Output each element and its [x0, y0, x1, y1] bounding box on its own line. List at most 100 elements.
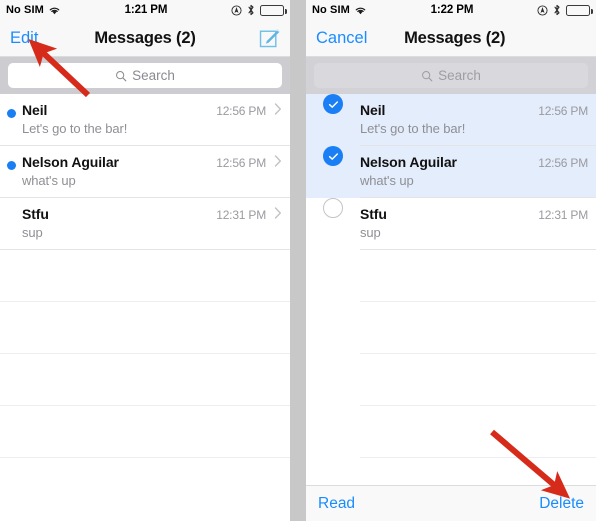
selection-checkbox-slot[interactable] — [306, 146, 360, 166]
unread-dot-icon — [6, 161, 16, 170]
empty-list-row — [306, 250, 596, 302]
status-bar-right — [537, 4, 593, 16]
wifi-icon — [354, 5, 367, 16]
conversation-name: Stfu — [360, 206, 387, 222]
unread-indicator-slot — [0, 146, 22, 170]
conversation-preview: Let's go to the bar! — [22, 121, 128, 136]
search-icon — [115, 70, 127, 82]
row-content: Neil 12:56 PM Let's go to the bar! — [22, 94, 290, 136]
chevron-right-icon — [272, 207, 282, 219]
navigation-bar: Edit Messages (2) — [0, 20, 290, 57]
conversation-time: 12:31 PM — [538, 208, 588, 222]
conversation-name: Stfu — [22, 206, 49, 222]
row-header: Neil 12:56 PM — [22, 102, 282, 118]
empty-list-row — [0, 354, 290, 406]
table-row[interactable]: Nelson Aguilar 12:56 PM what's up — [0, 146, 290, 198]
checkbox-checked-icon[interactable] — [323, 146, 343, 166]
page-title: Messages (2) — [94, 28, 196, 47]
row-content: Nelson Aguilar 12:56 PM what's up — [22, 146, 290, 188]
row-header: Neil 12:56 PM — [360, 102, 588, 118]
row-content: Nelson Aguilar 12:56 PM what's up — [360, 146, 596, 188]
nav-left-slot: Cancel — [316, 29, 367, 48]
conversation-preview: what's up — [360, 173, 414, 188]
chevron-right-icon — [272, 103, 282, 115]
row-header: Stfu 12:31 PM — [22, 206, 282, 222]
location-icon — [231, 4, 242, 16]
table-row[interactable]: Stfu 12:31 PM sup — [306, 198, 596, 250]
conversation-name: Neil — [360, 102, 386, 118]
cancel-button[interactable]: Cancel — [316, 29, 367, 48]
bottom-toolbar: Read Delete — [306, 485, 596, 521]
nav-right-slot — [236, 28, 280, 49]
search-input[interactable]: Search — [8, 63, 282, 88]
empty-list-row — [306, 302, 596, 354]
unread-indicator-slot — [0, 198, 22, 213]
status-bar-clock: 1:22 PM — [430, 4, 474, 16]
unread-dot-icon — [6, 109, 16, 118]
status-bar: No SIM 1:21 PM — [0, 0, 290, 20]
row-header: Nelson Aguilar 12:56 PM — [22, 154, 282, 170]
search-input: Search — [314, 63, 588, 88]
conversation-list: Neil 12:56 PM Let's go to the bar! Nelso… — [0, 94, 290, 458]
empty-list-row — [306, 406, 596, 458]
search-placeholder: Search — [438, 68, 481, 83]
row-content: Stfu 12:31 PM sup — [360, 198, 596, 240]
row-content: Neil 12:56 PM Let's go to the bar! — [360, 94, 596, 136]
navigation-bar: Cancel Messages (2) — [306, 20, 596, 57]
chevron-right-icon — [272, 155, 282, 167]
conversation-time: 12:56 PM — [216, 156, 266, 170]
battery-icon — [260, 4, 287, 16]
selection-checkbox-slot[interactable] — [306, 198, 360, 218]
unread-indicator-slot — [0, 94, 22, 118]
table-row[interactable]: Neil 12:56 PM Let's go to the bar! — [0, 94, 290, 146]
empty-list-row — [306, 354, 596, 406]
compose-icon — [259, 28, 280, 49]
edit-button[interactable]: Edit — [10, 29, 38, 48]
conversation-preview: sup — [22, 225, 43, 240]
conversation-name: Neil — [22, 102, 48, 118]
compose-button[interactable] — [259, 28, 280, 49]
search-icon — [421, 70, 433, 82]
phone-screen-before: No SIM 1:21 PM Edit Messages (2) Search … — [0, 0, 290, 521]
checkbox-checked-icon[interactable] — [323, 94, 343, 114]
screenshot-stage: No SIM 1:21 PM Edit Messages (2) Search … — [0, 0, 596, 521]
status-bar-left: No SIM — [312, 4, 367, 16]
conversation-name: Nelson Aguilar — [360, 154, 457, 170]
conversation-preview: Let's go to the bar! — [360, 121, 466, 136]
location-icon — [537, 4, 548, 16]
empty-list-row — [0, 406, 290, 458]
search-bar-container: Search — [306, 57, 596, 94]
selection-checkbox-slot[interactable] — [306, 94, 360, 114]
carrier-label: No SIM — [6, 4, 44, 16]
conversation-time: 12:56 PM — [538, 156, 588, 170]
search-placeholder: Search — [132, 68, 175, 83]
status-bar-right — [231, 4, 287, 16]
conversation-preview: sup — [360, 225, 381, 240]
table-row[interactable]: Stfu 12:31 PM sup — [0, 198, 290, 250]
row-header: Stfu 12:31 PM — [360, 206, 588, 222]
table-row[interactable]: Nelson Aguilar 12:56 PM what's up — [306, 146, 596, 198]
checkbox-unchecked-icon[interactable] — [323, 198, 343, 218]
carrier-label: No SIM — [312, 4, 350, 16]
delete-button[interactable]: Delete — [539, 495, 584, 513]
phone-screen-after: No SIM 1:22 PM Cancel Messages (2) Searc… — [306, 0, 596, 521]
conversation-time: 12:56 PM — [216, 104, 266, 118]
conversation-time: 12:31 PM — [216, 208, 266, 222]
conversation-preview: what's up — [22, 173, 76, 188]
status-bar-left: No SIM — [6, 4, 61, 16]
status-bar: No SIM 1:22 PM — [306, 0, 596, 20]
read-button[interactable]: Read — [318, 495, 355, 513]
conversation-list: Neil 12:56 PM Let's go to the bar! Nelso… — [306, 94, 596, 458]
row-header: Nelson Aguilar 12:56 PM — [360, 154, 588, 170]
wifi-icon — [48, 5, 61, 16]
conversation-name: Nelson Aguilar — [22, 154, 119, 170]
nav-left-slot: Edit — [10, 29, 54, 48]
status-bar-clock: 1:21 PM — [124, 4, 168, 16]
bluetooth-icon — [247, 4, 255, 16]
table-row[interactable]: Neil 12:56 PM Let's go to the bar! — [306, 94, 596, 146]
conversation-time: 12:56 PM — [538, 104, 588, 118]
battery-icon — [566, 4, 593, 16]
search-bar-container: Search — [0, 57, 290, 94]
empty-list-row — [0, 250, 290, 302]
bluetooth-icon — [553, 4, 561, 16]
